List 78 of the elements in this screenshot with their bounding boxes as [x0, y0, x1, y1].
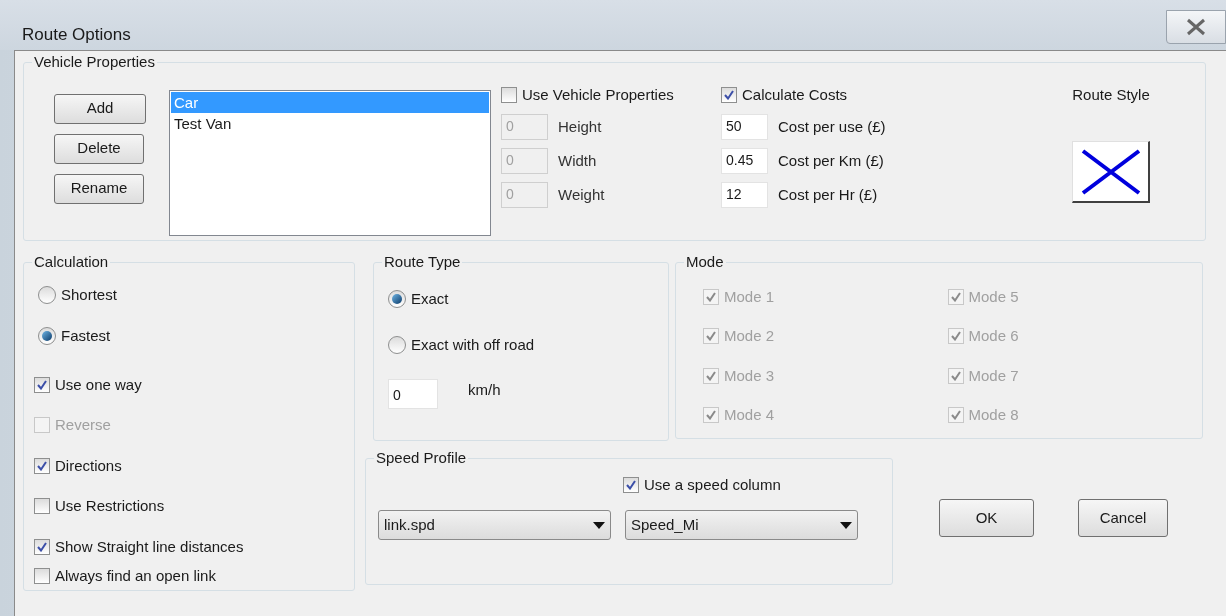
checkbox-label: Use Vehicle Properties — [522, 84, 674, 105]
list-button[interactable]: Add — [54, 93, 146, 124]
caret-icon — [593, 521, 605, 529]
dialog-button[interactable]: OK — [939, 499, 1034, 537]
checkmark-icon — [706, 331, 716, 342]
field-label: Height — [558, 116, 602, 137]
field-label: Cost per use (£) — [778, 116, 886, 137]
radio-button[interactable] — [388, 336, 406, 355]
checkmark-icon — [950, 331, 961, 342]
unit-label: km/h — [468, 380, 501, 401]
checkmark-icon — [724, 89, 734, 100]
radio-button[interactable] — [388, 289, 406, 308]
group-title: Route Type — [383, 252, 462, 272]
checkbox-label: Always find an open link — [55, 566, 216, 586]
checkbox-label: Show Straight line distances — [55, 536, 244, 557]
checkbox-label: Mode 3 — [724, 365, 775, 386]
checkbox-label: Reverse — [55, 415, 111, 435]
radio-label: Fastest — [61, 326, 111, 346]
text-field[interactable]: 0 — [388, 378, 438, 409]
checkbox[interactable] — [34, 498, 50, 515]
checkbox-label: Mode 1 — [724, 286, 775, 307]
group-title: Speed Profile — [375, 448, 468, 468]
checkmark-icon — [37, 541, 47, 552]
list-button[interactable]: Rename — [54, 173, 144, 204]
radio-button[interactable] — [38, 285, 56, 304]
close-button[interactable] — [1166, 10, 1226, 44]
route-style-button[interactable] — [1072, 141, 1150, 203]
checkmark-icon — [706, 370, 716, 381]
checkmark-icon — [706, 410, 716, 421]
checkmark-icon — [950, 370, 961, 381]
checkmark-icon — [626, 479, 636, 490]
cross-icon — [1080, 148, 1141, 195]
dropdown[interactable]: Speed_Mi — [625, 510, 858, 540]
group-title: Vehicle Properties — [33, 52, 156, 72]
checkbox-label: Directions — [55, 455, 122, 476]
checkbox-label: Calculate Costs — [742, 84, 848, 105]
checkbox[interactable] — [34, 568, 50, 585]
group-title: Calculation — [33, 252, 110, 272]
checkbox-label: Mode 7 — [968, 365, 1019, 386]
radio-label: Exact with off road — [411, 335, 535, 355]
checkmark-icon — [950, 291, 961, 302]
dialog-button[interactable]: Cancel — [1078, 499, 1168, 537]
field-label: Cost per Hr (£) — [778, 184, 878, 205]
checkbox-label: Use a speed column — [644, 474, 781, 495]
checkmark-icon — [706, 291, 716, 302]
radio-button[interactable] — [38, 327, 56, 346]
checkbox-label: Mode 5 — [968, 286, 1019, 307]
checkbox-label: Mode 8 — [968, 405, 1019, 425]
radio-label: Exact — [411, 288, 449, 309]
checkbox[interactable] — [623, 476, 639, 493]
checkmark-icon — [37, 460, 47, 471]
window-title: Route Options — [22, 24, 131, 46]
checkbox[interactable] — [34, 538, 50, 555]
checkbox-label: Mode 6 — [968, 326, 1019, 346]
text-field[interactable]: 50 — [721, 114, 768, 140]
checkbox[interactable] — [501, 86, 517, 103]
field-label: Cost per Km (£) — [778, 150, 884, 171]
checkbox[interactable] — [721, 86, 737, 103]
checkbox-label: Mode 2 — [724, 326, 775, 346]
checkmark-icon — [950, 410, 961, 421]
group-title: Mode — [685, 252, 725, 272]
checkmark-icon — [37, 379, 47, 390]
checkbox[interactable] — [34, 376, 50, 393]
radio-label: Shortest — [61, 284, 117, 305]
close-icon — [1185, 18, 1207, 36]
list-item[interactable]: Test Van — [171, 112, 489, 134]
list-button[interactable]: Delete — [54, 133, 144, 164]
dropdown[interactable]: link.spd — [378, 510, 611, 540]
checkbox-label: Mode 4 — [724, 405, 775, 425]
field-label: Weight — [558, 184, 605, 205]
checkbox[interactable] — [34, 457, 50, 474]
field-label: Width — [558, 150, 597, 171]
route-style-label: Route Style — [1072, 84, 1150, 105]
caret-icon — [840, 521, 852, 529]
checkbox-label: Use one way — [55, 374, 142, 395]
text-field[interactable]: 12 — [721, 182, 768, 208]
checkbox-label: Use Restrictions — [55, 496, 165, 516]
text-field[interactable]: 0.45 — [721, 148, 768, 174]
